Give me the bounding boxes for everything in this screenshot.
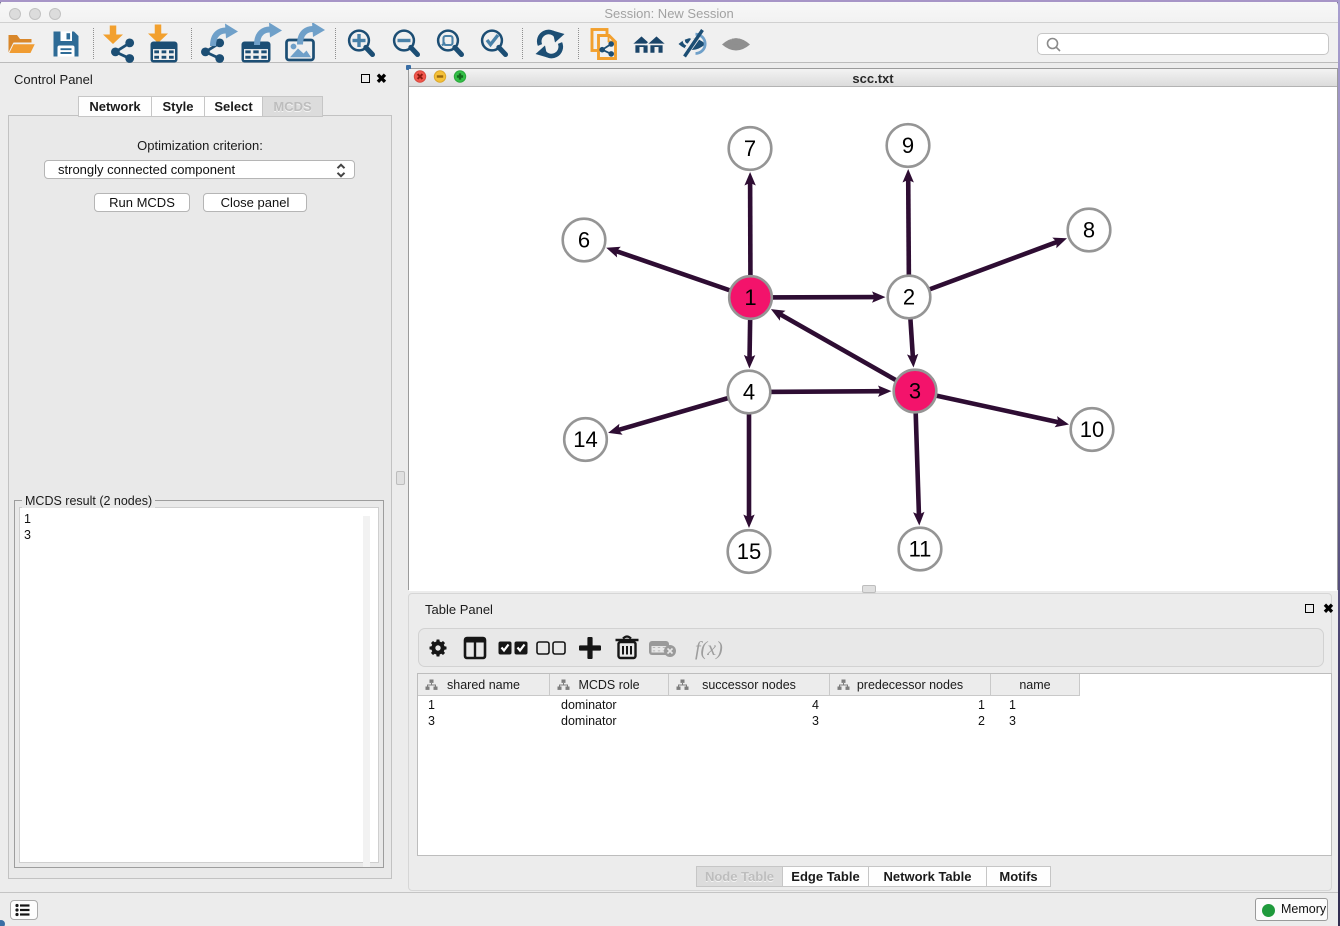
svg-text:15: 15 [737, 539, 761, 564]
svg-text:6: 6 [578, 228, 590, 253]
svg-text:f(x): f(x) [695, 638, 723, 660]
svg-text:10: 10 [1080, 417, 1104, 442]
svg-text:9: 9 [902, 133, 914, 158]
svg-text:11: 11 [909, 537, 932, 562]
svg-text:2: 2 [903, 285, 915, 310]
svg-text:7: 7 [744, 136, 756, 161]
svg-text:8: 8 [1083, 218, 1095, 243]
svg-text:14: 14 [573, 427, 597, 452]
svg-text:1: 1 [744, 285, 756, 310]
svg-text:4: 4 [743, 380, 755, 405]
svg-text:3: 3 [909, 379, 921, 404]
